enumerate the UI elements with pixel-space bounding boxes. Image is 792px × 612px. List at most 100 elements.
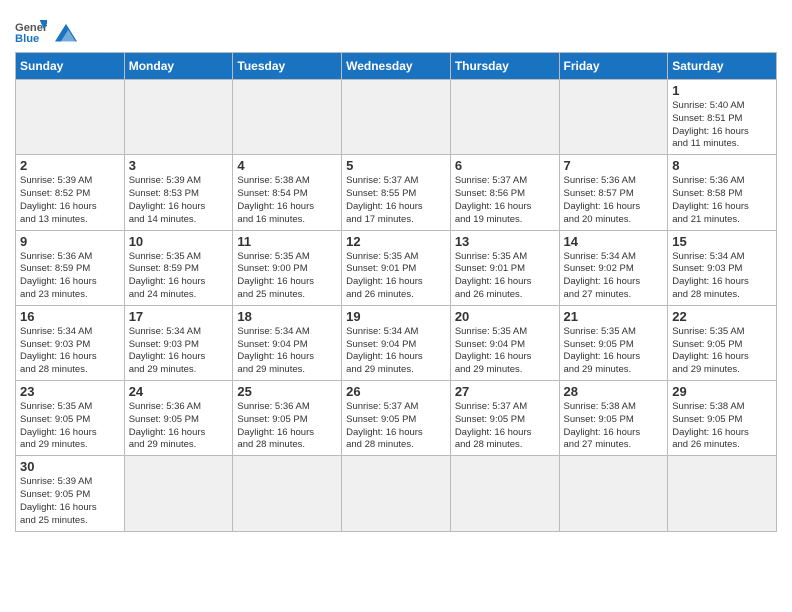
day-number: 4 bbox=[237, 158, 337, 173]
weekday-header-saturday: Saturday bbox=[668, 53, 777, 80]
calendar-cell: 12 Sunrise: 5:35 AMSunset: 9:01 PMDayligh… bbox=[342, 230, 451, 305]
calendar-cell: 6Sunrise: 5:37 AMSunset: 8:56 PMDaylight… bbox=[450, 155, 559, 230]
weekday-header-monday: Monday bbox=[124, 53, 233, 80]
day-number: 8 bbox=[672, 158, 772, 173]
day-number: 16 bbox=[20, 309, 120, 324]
day-info: Sunrise: 5:34 AMSunset: 9:04 PMDaylight:… bbox=[237, 326, 337, 377]
day-number: 10 bbox=[129, 234, 229, 249]
calendar-cell: 9 Sunrise: 5:36 AMSunset: 8:59 PMDaylight… bbox=[16, 230, 125, 305]
weekday-header-wednesday: Wednesday bbox=[342, 53, 451, 80]
day-number: 25 bbox=[237, 384, 337, 399]
calendar-cell: 1Sunrise: 5:40 AMSunset: 8:51 PMDaylight… bbox=[668, 80, 777, 155]
day-number: 1 bbox=[672, 83, 772, 98]
calendar-cell-empty bbox=[233, 456, 342, 531]
day-number: 19 bbox=[346, 309, 446, 324]
day-info: Sunrise: 5:36 AMSunset: 9:05 PMDaylight:… bbox=[237, 401, 337, 452]
weekday-header-thursday: Thursday bbox=[450, 53, 559, 80]
calendar-cell bbox=[342, 80, 451, 155]
calendar-cell: 27Sunrise: 5:37 AMSunset: 9:05 PMDayligh… bbox=[450, 381, 559, 456]
calendar-cell: 24 Sunrise: 5:36 AMSunset: 9:05 PMDayligh… bbox=[124, 381, 233, 456]
calendar-cell-empty bbox=[559, 456, 668, 531]
svg-text:Blue: Blue bbox=[15, 33, 39, 45]
day-info: Sunrise: 5:39 AMSunset: 9:05 PMDaylight:… bbox=[20, 476, 120, 527]
day-number: 17 bbox=[129, 309, 229, 324]
day-number: 7 bbox=[564, 158, 664, 173]
day-info: Sunrise: 5:34 AMSunset: 9:03 PMDaylight:… bbox=[129, 326, 229, 377]
calendar-cell: 22 Sunrise: 5:35 AMSunset: 9:05 PMDayligh… bbox=[668, 305, 777, 380]
calendar-cell-empty bbox=[450, 456, 559, 531]
calendar-cell bbox=[450, 80, 559, 155]
day-info: Sunrise: 5:35 AMSunset: 9:01 PMDaylight:… bbox=[346, 251, 446, 302]
day-number: 15 bbox=[672, 234, 772, 249]
calendar-cell: 16 Sunrise: 5:34 AMSunset: 9:03 PMDayligh… bbox=[16, 305, 125, 380]
calendar-cell: 7 Sunrise: 5:36 AMSunset: 8:57 PMDaylight… bbox=[559, 155, 668, 230]
logo-icon: General Blue bbox=[15, 18, 47, 46]
calendar-cell: 5 Sunrise: 5:37 AMSunset: 8:55 PMDaylight… bbox=[342, 155, 451, 230]
day-info: Sunrise: 5:34 AMSunset: 9:03 PMDaylight:… bbox=[672, 251, 772, 302]
calendar-row: 23Sunrise: 5:35 AMSunset: 9:05 PMDayligh… bbox=[16, 381, 777, 456]
calendar-table: SundayMondayTuesdayWednesdayThursdayFrid… bbox=[15, 52, 777, 532]
day-info: Sunrise: 5:36 AMSunset: 8:59 PMDaylight:… bbox=[20, 251, 120, 302]
calendar-row: 1Sunrise: 5:40 AMSunset: 8:51 PMDaylight… bbox=[16, 80, 777, 155]
day-info: Sunrise: 5:35 AMSunset: 9:01 PMDaylight:… bbox=[455, 251, 555, 302]
day-number: 22 bbox=[672, 309, 772, 324]
day-info: Sunrise: 5:35 AMSunset: 9:04 PMDaylight:… bbox=[455, 326, 555, 377]
calendar-cell-empty bbox=[668, 456, 777, 531]
calendar-cell: 10Sunrise: 5:35 AMSunset: 8:59 PMDayligh… bbox=[124, 230, 233, 305]
day-info: Sunrise: 5:36 AMSunset: 8:57 PMDaylight:… bbox=[564, 175, 664, 226]
day-info: Sunrise: 5:39 AMSunset: 8:52 PMDaylight:… bbox=[20, 175, 120, 226]
logo-triangle-icon bbox=[55, 21, 77, 43]
calendar-cell: 17 Sunrise: 5:34 AMSunset: 9:03 PMDayligh… bbox=[124, 305, 233, 380]
calendar-cell: 8 Sunrise: 5:36 AMSunset: 8:58 PMDaylight… bbox=[668, 155, 777, 230]
calendar-cell: 13 Sunrise: 5:35 AMSunset: 9:01 PMDayligh… bbox=[450, 230, 559, 305]
calendar-cell: 21 Sunrise: 5:35 AMSunset: 9:05 PMDayligh… bbox=[559, 305, 668, 380]
day-info: Sunrise: 5:34 AMSunset: 9:02 PMDaylight:… bbox=[564, 251, 664, 302]
calendar-cell: 11 Sunrise: 5:35 AMSunset: 9:00 PMDayligh… bbox=[233, 230, 342, 305]
day-number: 18 bbox=[237, 309, 337, 324]
day-info: Sunrise: 5:38 AMSunset: 8:54 PMDaylight:… bbox=[237, 175, 337, 226]
day-info: Sunrise: 5:37 AMSunset: 9:05 PMDaylight:… bbox=[346, 401, 446, 452]
day-info: Sunrise: 5:37 AMSunset: 8:55 PMDaylight:… bbox=[346, 175, 446, 226]
day-number: 24 bbox=[129, 384, 229, 399]
calendar-cell: 14 Sunrise: 5:34 AMSunset: 9:02 PMDayligh… bbox=[559, 230, 668, 305]
day-number: 21 bbox=[564, 309, 664, 324]
calendar-row: 9 Sunrise: 5:36 AMSunset: 8:59 PMDaylight… bbox=[16, 230, 777, 305]
day-info: Sunrise: 5:36 AMSunset: 8:58 PMDaylight:… bbox=[672, 175, 772, 226]
header: General Blue bbox=[15, 10, 777, 46]
day-info: Sunrise: 5:35 AMSunset: 9:05 PMDaylight:… bbox=[564, 326, 664, 377]
day-number: 28 bbox=[564, 384, 664, 399]
calendar-cell: 29 Sunrise: 5:38 AMSunset: 9:05 PMDayligh… bbox=[668, 381, 777, 456]
calendar-cell: 30Sunrise: 5:39 AMSunset: 9:05 PMDayligh… bbox=[16, 456, 125, 531]
day-number: 27 bbox=[455, 384, 555, 399]
day-number: 12 bbox=[346, 234, 446, 249]
day-number: 14 bbox=[564, 234, 664, 249]
day-number: 11 bbox=[237, 234, 337, 249]
calendar-cell: 28Sunrise: 5:38 AMSunset: 9:05 PMDayligh… bbox=[559, 381, 668, 456]
day-number: 20 bbox=[455, 309, 555, 324]
day-number: 6 bbox=[455, 158, 555, 173]
calendar-cell bbox=[233, 80, 342, 155]
calendar-row: 16 Sunrise: 5:34 AMSunset: 9:03 PMDayligh… bbox=[16, 305, 777, 380]
day-info: Sunrise: 5:34 AMSunset: 9:04 PMDaylight:… bbox=[346, 326, 446, 377]
day-number: 26 bbox=[346, 384, 446, 399]
weekday-header-tuesday: Tuesday bbox=[233, 53, 342, 80]
day-info: Sunrise: 5:35 AMSunset: 9:05 PMDaylight:… bbox=[672, 326, 772, 377]
calendar-cell: 3 Sunrise: 5:39 AMSunset: 8:53 PMDaylight… bbox=[124, 155, 233, 230]
day-info: Sunrise: 5:38 AMSunset: 9:05 PMDaylight:… bbox=[672, 401, 772, 452]
calendar-cell: 26 Sunrise: 5:37 AMSunset: 9:05 PMDayligh… bbox=[342, 381, 451, 456]
day-info: Sunrise: 5:34 AMSunset: 9:03 PMDaylight:… bbox=[20, 326, 120, 377]
day-info: Sunrise: 5:39 AMSunset: 8:53 PMDaylight:… bbox=[129, 175, 229, 226]
day-number: 9 bbox=[20, 234, 120, 249]
calendar-cell: 2Sunrise: 5:39 AMSunset: 8:52 PMDaylight… bbox=[16, 155, 125, 230]
day-number: 13 bbox=[455, 234, 555, 249]
day-number: 3 bbox=[129, 158, 229, 173]
day-info: Sunrise: 5:36 AMSunset: 9:05 PMDaylight:… bbox=[129, 401, 229, 452]
calendar-cell: 19 Sunrise: 5:34 AMSunset: 9:04 PMDayligh… bbox=[342, 305, 451, 380]
calendar-header-row: SundayMondayTuesdayWednesdayThursdayFrid… bbox=[16, 53, 777, 80]
calendar-cell: 18 Sunrise: 5:34 AMSunset: 9:04 PMDayligh… bbox=[233, 305, 342, 380]
day-info: Sunrise: 5:35 AMSunset: 9:00 PMDaylight:… bbox=[237, 251, 337, 302]
day-number: 5 bbox=[346, 158, 446, 173]
day-number: 29 bbox=[672, 384, 772, 399]
calendar-cell-empty bbox=[124, 456, 233, 531]
calendar-row: 30Sunrise: 5:39 AMSunset: 9:05 PMDayligh… bbox=[16, 456, 777, 531]
